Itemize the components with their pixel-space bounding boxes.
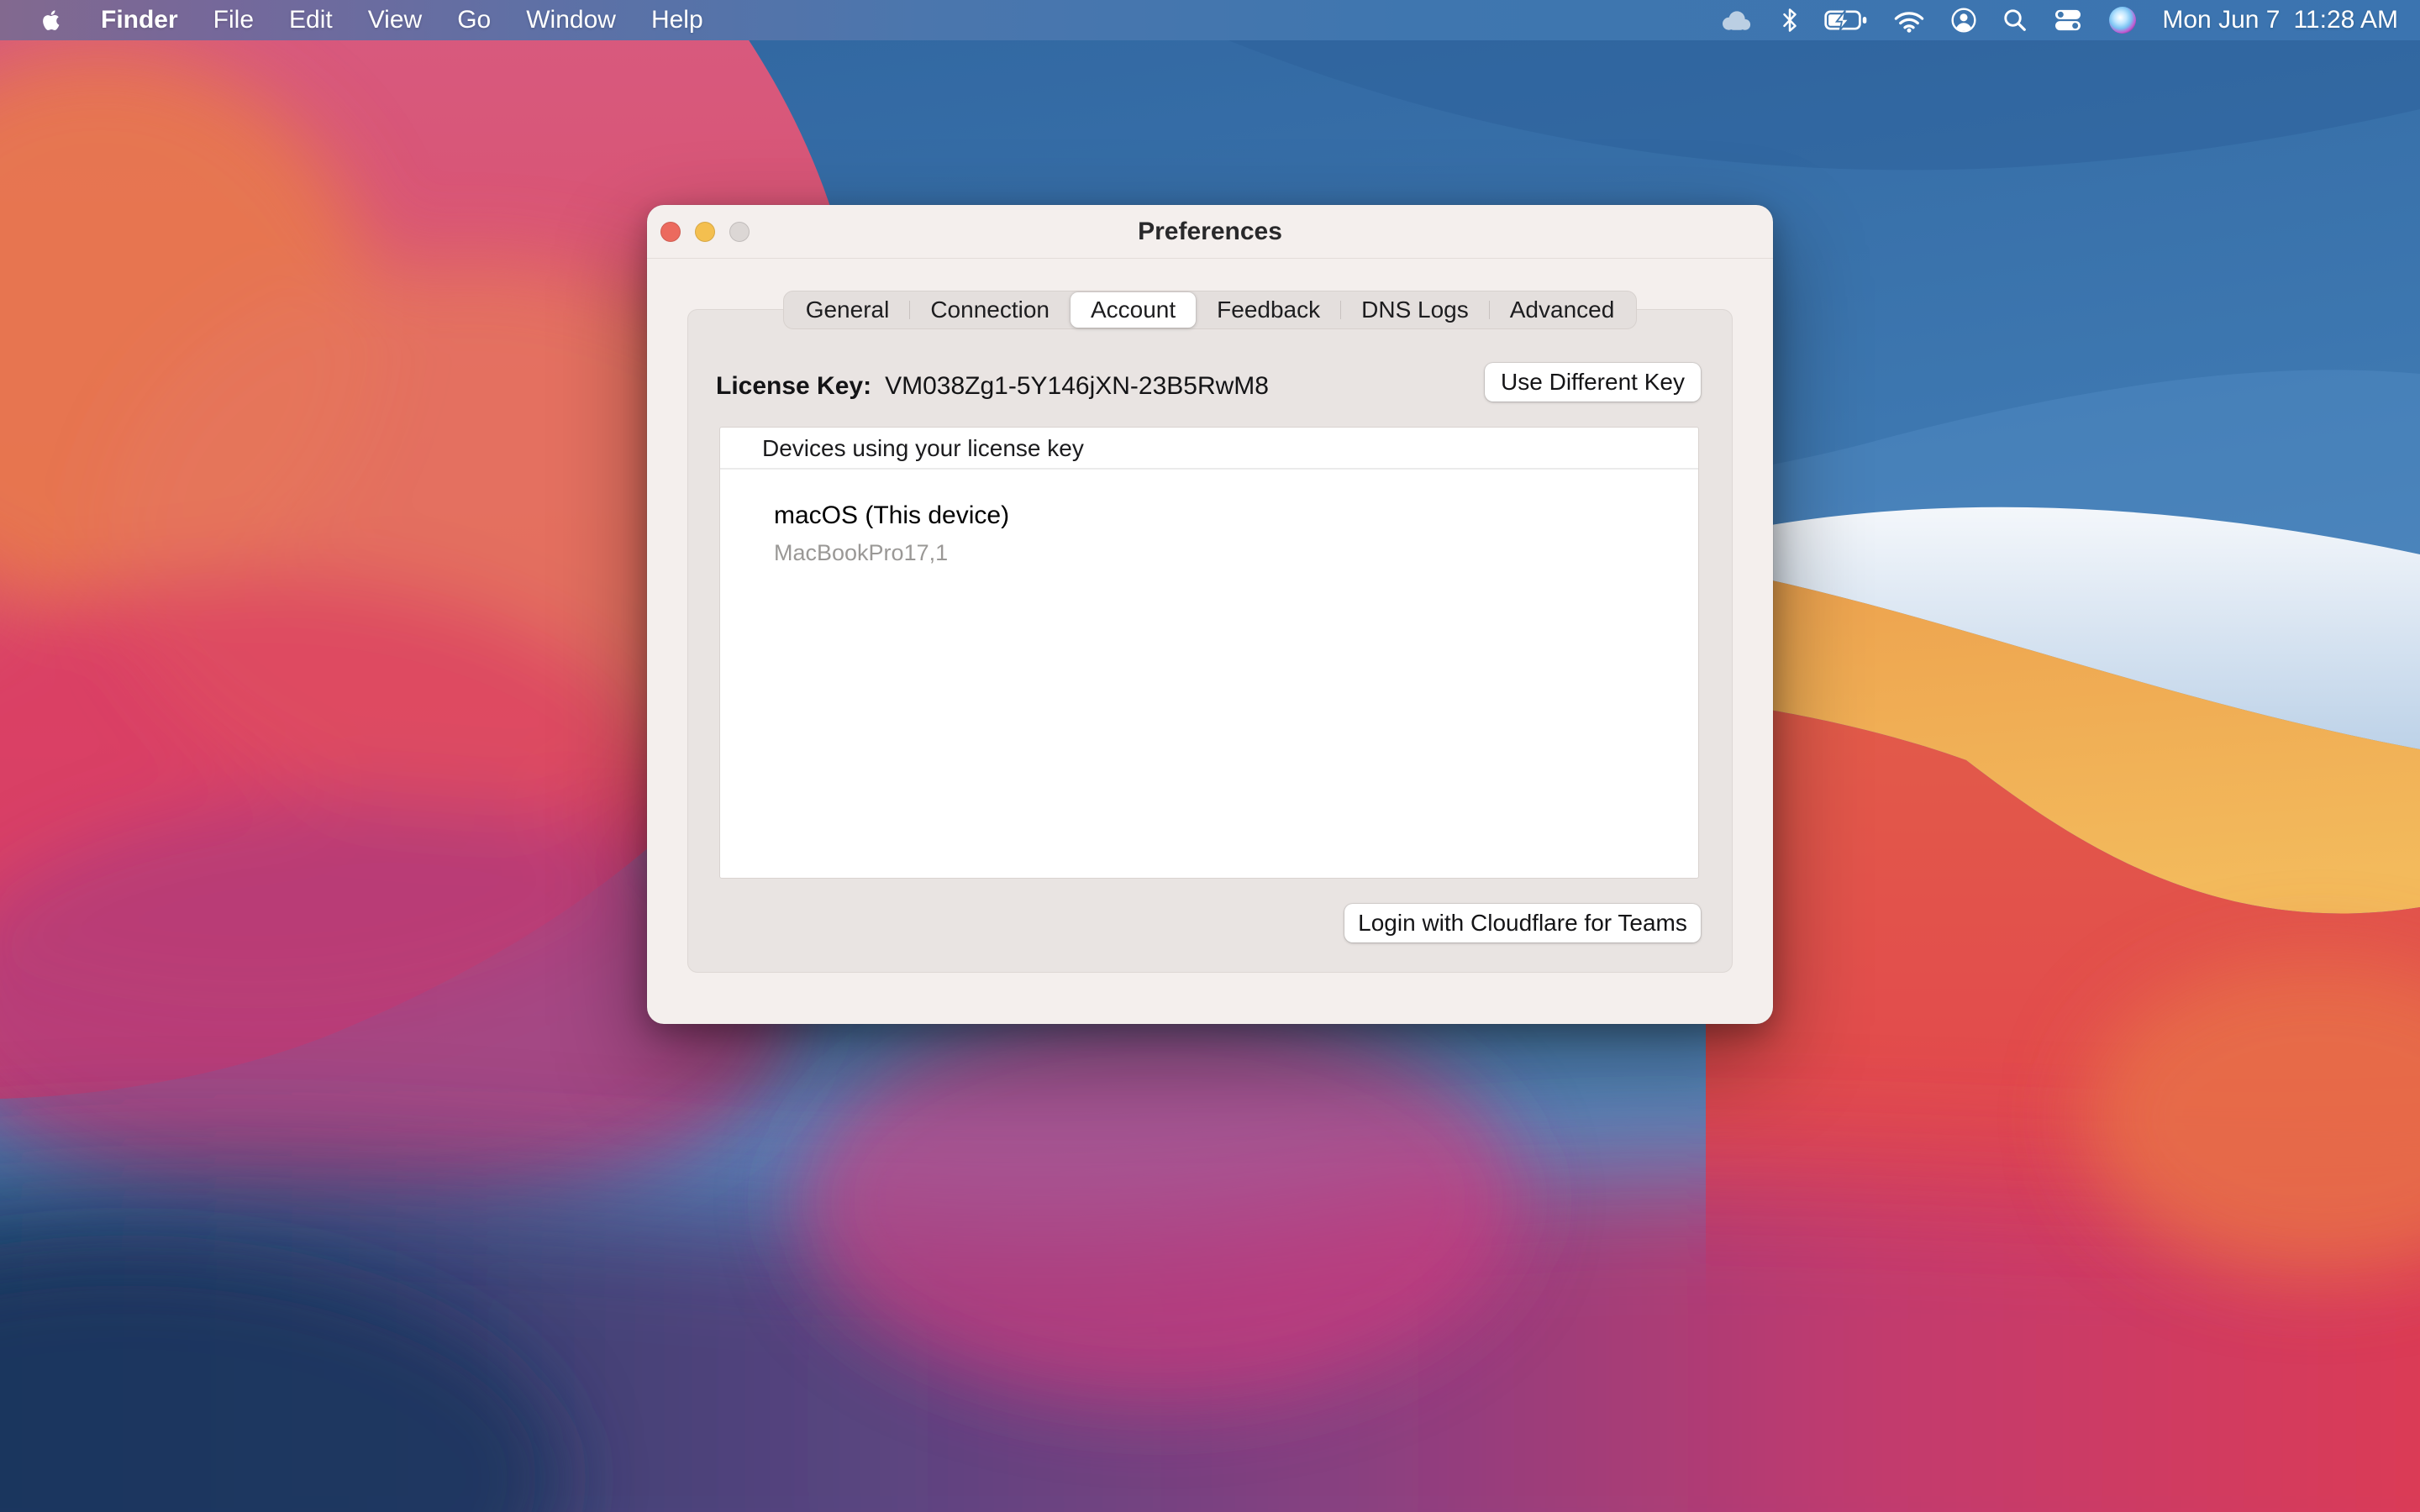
clock-time: 11:28 AM [2293,6,2398,34]
window-title-bar[interactable]: Preferences [647,205,1773,259]
device-model: MacBookPro17,1 [774,540,1698,566]
menu-item-edit[interactable]: Edit [289,6,333,34]
tab-connection[interactable]: Connection [910,292,1070,328]
use-different-key-button[interactable]: Use Different Key [1485,363,1701,402]
wifi-icon[interactable] [1893,8,1925,33]
license-key-value: VM038Zg1-5Y146jXN-23B5RwM8 [885,372,1269,401]
menu-item-window[interactable]: Window [526,6,616,34]
menu-item-view[interactable]: View [368,6,422,34]
menu-bar: Finder File Edit View Go Window Help [0,0,2420,40]
siri-icon[interactable] [2108,6,2137,34]
license-key-row: License Key: VM038Zg1-5Y146jXN-23B5RwM8 [716,367,1269,406]
window-title: Preferences [647,205,1773,259]
devices-panel: Devices using your license key macOS (Th… [719,427,1699,879]
clock-date: Mon Jun 7 [2162,6,2280,34]
tab-general[interactable]: General [786,292,910,328]
menu-bar-clock[interactable]: Mon Jun 7 11:28 AM [2162,6,2398,34]
apple-menu[interactable] [37,6,66,34]
cloudflare-icon[interactable] [1717,7,1755,34]
tab-bar-wrap: General Connection Account Feedback DNS … [647,291,1773,329]
menu-bar-left: Finder File Edit View Go Window Help [0,6,703,34]
menu-item-go[interactable]: Go [457,6,491,34]
devices-panel-header: Devices using your license key [720,428,1698,470]
license-key-label: License Key: [716,372,871,401]
preferences-window: Preferences General Connection Account F… [647,205,1773,1024]
preferences-tab-bar: General Connection Account Feedback DNS … [783,291,1638,329]
account-icon[interactable] [1950,7,1977,34]
login-cloudflare-teams-button[interactable]: Login with Cloudflare for Teams [1344,904,1701,942]
menu-item-help[interactable]: Help [651,6,703,34]
bluetooth-icon[interactable] [1781,7,1799,34]
tab-dns-logs[interactable]: DNS Logs [1341,292,1489,328]
device-name: macOS (This device) [774,501,1698,530]
menu-bar-status-area: Mon Jun 7 11:28 AM [1717,6,2420,34]
tab-advanced[interactable]: Advanced [1490,292,1635,328]
tab-account[interactable]: Account [1071,292,1196,328]
battery-charging-icon[interactable] [1824,7,1868,34]
menu-item-file[interactable]: File [213,6,254,34]
tab-feedback[interactable]: Feedback [1197,292,1340,328]
menu-item-finder[interactable]: Finder [101,6,178,34]
apple-icon [37,6,66,34]
device-list-item: macOS (This device) MacBookPro17,1 [720,470,1698,566]
control-center-icon[interactable] [2053,8,2083,33]
spotlight-search-icon[interactable] [2002,8,2028,33]
